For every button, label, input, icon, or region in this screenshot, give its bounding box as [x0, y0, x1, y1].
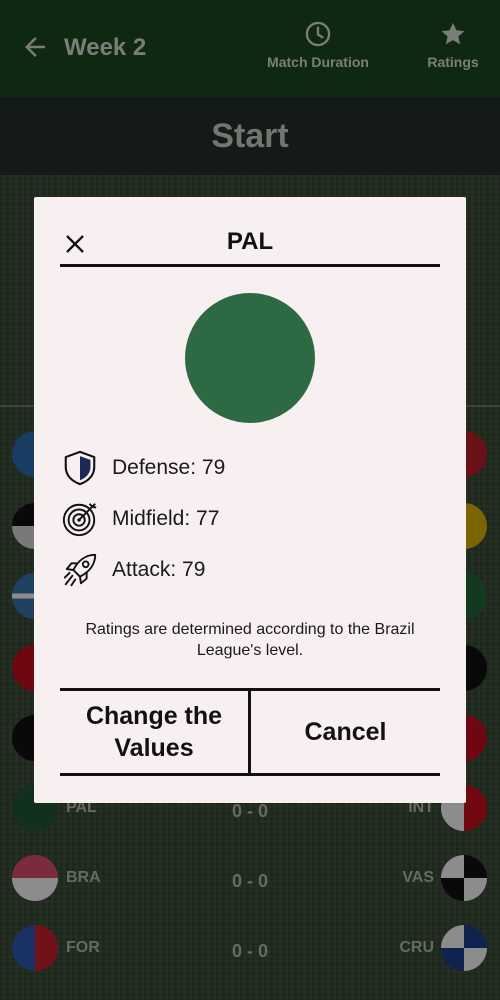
midfield-label: Midfield: 77: [112, 507, 220, 530]
title-divider: [60, 264, 440, 267]
target-icon: [60, 499, 100, 539]
defense-stat: Defense: 79: [60, 448, 420, 488]
rocket-icon: [60, 550, 100, 590]
change-values-button[interactable]: Change the Values: [60, 691, 248, 773]
ratings-note: Ratings are determined according to the …: [85, 621, 415, 659]
team-color-circle: [185, 293, 315, 423]
defense-label: Defense: 79: [112, 456, 226, 479]
dialog-title: PAL: [226, 228, 274, 255]
cancel-button[interactable]: Cancel: [251, 691, 440, 773]
attack-label: Attack: 79: [112, 558, 206, 581]
team-ratings-dialog: PAL Defense: 79 Midfield: 77 Attack: 79 …: [34, 197, 466, 803]
button-divider-bottom: [60, 773, 440, 776]
midfield-stat: Midfield: 77: [60, 499, 420, 539]
attack-stat: Attack: 79: [60, 550, 420, 590]
shield-icon: [60, 448, 100, 488]
